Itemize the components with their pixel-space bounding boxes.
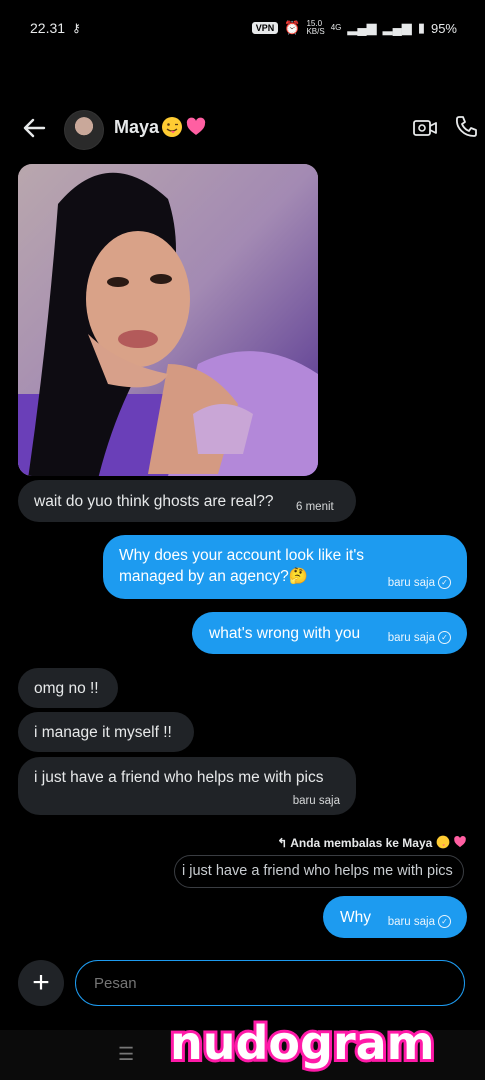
message-outgoing[interactable]: what's wrong with you baru saja ✓ — [192, 612, 467, 654]
photo-message[interactable] — [18, 164, 318, 476]
status-indicators: VPN ⏰ 15.0 KB/S 4G ▂▄▆ ▂▄▆ ▮ 95% — [251, 19, 457, 36]
read-check-icon: ✓ — [438, 631, 451, 645]
read-check-icon: ✓ — [438, 576, 451, 590]
heart-emoji-icon — [186, 117, 206, 135]
message-time: baru saja ✓ — [388, 912, 451, 933]
message-incoming[interactable]: i just have a friend who helps me with p… — [18, 757, 356, 815]
message-text: wait do yuo think ghosts are real?? — [34, 493, 274, 510]
message-time: baru saja ✓ — [388, 628, 451, 649]
message-text: i manage it myself !! — [34, 724, 172, 741]
phone-icon[interactable] — [454, 114, 478, 140]
contact-name[interactable]: Maya — [114, 116, 207, 138]
menu-icon[interactable]: ☰ — [118, 1044, 134, 1065]
read-check-icon: ✓ — [438, 915, 451, 929]
message-outgoing[interactable]: Why does your account look like it's man… — [103, 535, 467, 599]
contact-name-text: Maya — [114, 116, 160, 137]
status-time: 22.31 — [30, 20, 66, 36]
reply-quote[interactable]: i just have a friend who helps me with p… — [174, 855, 464, 888]
back-arrow-icon[interactable] — [18, 112, 50, 144]
message-input[interactable] — [75, 960, 465, 1006]
signal-icon: ▂▄▆ — [347, 20, 377, 35]
message-incoming[interactable]: i manage it myself !! — [18, 712, 194, 752]
plus-icon[interactable]: + — [18, 960, 64, 1006]
photo-image — [18, 164, 318, 476]
message-text: Why — [340, 909, 371, 926]
watermark: nudogram — [167, 1013, 438, 1073]
message-text: i just have a friend who helps me with p… — [34, 769, 324, 786]
network-type: 4G — [330, 23, 342, 32]
message-time: baru saja — [292, 795, 340, 807]
message-outgoing[interactable]: Why baru saja ✓ — [323, 896, 467, 938]
message-time: baru saja ✓ — [388, 573, 451, 594]
status-bar: 22.31 ⚷ VPN ⏰ 15.0 KB/S 4G ▂▄▆ ▂▄▆ ▮ 95% — [0, 0, 485, 58]
battery-level: 95% — [430, 20, 457, 36]
reply-label: ↰ Anda membalas ke Maya — [277, 835, 467, 850]
key-icon: ⚷ — [72, 21, 81, 35]
message-incoming[interactable]: omg no !! — [18, 668, 118, 708]
message-text: what's wrong with you — [209, 625, 361, 642]
vpn-badge: VPN — [251, 22, 279, 34]
avatar[interactable] — [64, 110, 104, 150]
tongue-emoji-icon — [436, 835, 450, 849]
network-speed: 15.0 KB/S — [306, 19, 325, 36]
message-text: omg no !! — [34, 680, 99, 697]
signal-icon-2: ▂▄▆ — [382, 20, 412, 35]
video-call-icon[interactable] — [412, 116, 438, 140]
message-time: 6 menit — [296, 501, 334, 513]
tongue-emoji-icon — [162, 117, 183, 137]
reply-icon: ↰ — [277, 836, 288, 850]
message-text: Why does your account look like it's man… — [119, 547, 365, 585]
alarm-icon: ⏰ — [284, 20, 301, 35]
battery-icon: ▮ — [417, 20, 425, 35]
heart-emoji-icon — [454, 836, 466, 848]
message-incoming[interactable]: wait do yuo think ghosts are real?? 6 me… — [18, 480, 356, 522]
